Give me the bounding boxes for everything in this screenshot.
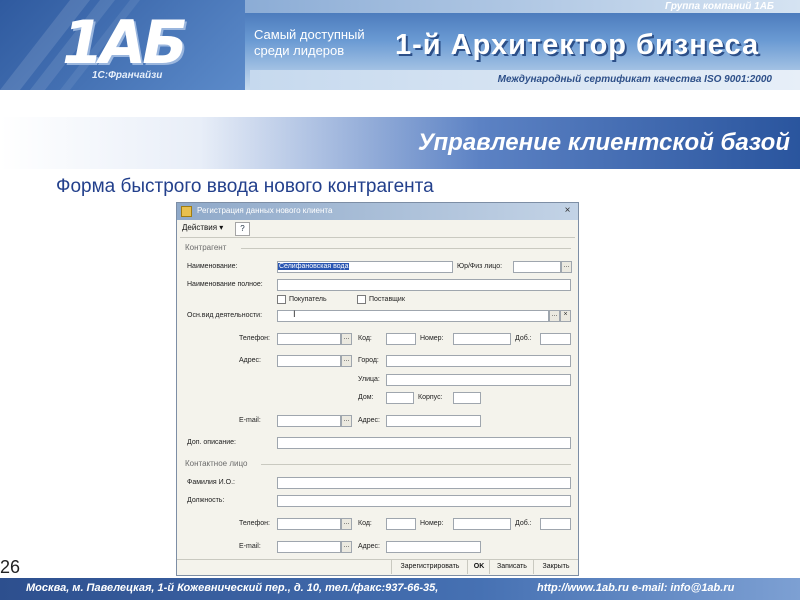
contact-email-dropdown-button[interactable]: ... [341,541,352,553]
building-label: Корпус: [418,394,443,401]
supplier-label: Поставщик [369,296,405,303]
email-address-label: Адрес: [358,417,380,424]
ext-label: Доб.: [515,335,532,342]
certificate-label: Международный сертификат качества ISO 90… [497,74,772,85]
position-input[interactable] [277,495,571,507]
full-name-input[interactable] [277,279,571,291]
address-type-select[interactable] [277,355,341,367]
legal-type-select[interactable] [513,261,561,273]
address-label: Адрес: [239,357,261,364]
page-number: 26 [0,557,21,577]
phone-dropdown-button[interactable]: ... [341,333,352,345]
slide-title-bar: Управление клиентской базой [0,117,800,169]
contact-email-label: E-mail: [239,543,261,550]
house-label: Дом: [358,394,374,401]
save-button[interactable]: Записать [489,560,534,574]
header-banner: 1АБ 1С:Франчайзи Группа компаний 1АБ Сам… [0,0,800,90]
registration-dialog: Регистрация данных нового клиента × Дейс… [176,202,579,576]
logo-text: 1АБ [62,8,188,78]
name-label: Наименование: [187,263,238,270]
slide-title: Управление клиентской базой [417,129,790,156]
ok-button[interactable]: OK [467,560,490,574]
email-label: E-mail: [239,417,261,424]
group-label: Группа компаний 1АБ [665,1,774,12]
building-input[interactable] [453,392,481,404]
buyer-checkbox[interactable] [277,295,286,304]
name-value: Селифановская вода [278,263,350,270]
email-dropdown-button[interactable]: ... [341,415,352,427]
section-contractor: Контрагент [185,243,227,252]
contact-email-address-input[interactable] [386,541,481,553]
ext-input[interactable] [540,333,571,345]
contact-number-input[interactable] [453,518,511,530]
contact-phone-label: Телефон: [239,520,270,527]
full-name-label: Наименование полное: [187,281,263,288]
description-input[interactable] [277,437,571,449]
position-label: Должность: [187,497,225,504]
number-input[interactable] [453,333,511,345]
footer-bar: Москва, м. Павелецкая, 1-й Кожевнический… [0,578,800,600]
logo: 1АБ 1С:Франчайзи [0,0,245,90]
contact-number-label: Номер: [420,520,444,527]
email-type-select[interactable] [277,415,341,427]
code-label: Код: [358,335,372,342]
house-input[interactable] [386,392,414,404]
register-button[interactable]: Зарегистрировать [391,560,468,574]
app-icon [181,206,192,217]
name-input[interactable]: Селифановская вода [277,261,453,273]
contact-code-label: Код: [358,520,372,527]
street-input[interactable] [386,374,571,386]
dialog-titlebar[interactable]: Регистрация данных нового клиента × [177,203,578,220]
footer-address: Москва, м. Павелецкая, 1-й Кожевнический… [26,582,439,594]
contact-ext-input[interactable] [540,518,571,530]
city-label: Город: [358,357,379,364]
text-cursor-icon: Ⅰ [293,309,296,319]
close-icon[interactable]: × [561,204,574,217]
description-label: Доп. описание: [187,439,236,446]
section-contact: Контактное лицо [185,459,248,468]
section-divider [241,248,571,249]
contact-email-address-label: Адрес: [358,543,380,550]
phone-type-select[interactable] [277,333,341,345]
activity-input[interactable] [277,310,549,322]
franchise-label: 1С:Франчайзи [92,70,163,81]
supplier-checkbox[interactable] [357,295,366,304]
slogan: Самый доступный среди лидеров [254,27,365,58]
number-label: Номер: [420,335,444,342]
help-button[interactable]: ? [235,222,250,236]
section-divider [261,464,571,465]
contact-phone-type-select[interactable] [277,518,341,530]
brand-title: 1-й Архитектор бизнеса [395,29,760,61]
fio-input[interactable] [277,477,571,489]
phone-label: Телефон: [239,335,270,342]
actions-menu[interactable]: Действия ▾ [182,223,223,232]
buyer-label: Покупатель [289,296,327,303]
address-dropdown-button[interactable]: ... [341,355,352,367]
contact-ext-label: Доб.: [515,520,532,527]
toolbar-divider [180,237,575,238]
contact-code-input[interactable] [386,518,416,530]
activity-label: Осн.вид деятельности: [187,312,263,319]
contact-email-type-select[interactable] [277,541,341,553]
fio-label: Фамилия И.О.: [187,479,235,486]
footer-contacts: http://www.1ab.ru e-mail: info@1ab.ru [537,582,735,594]
legal-type-dropdown-button[interactable]: ... [561,261,572,273]
slide-subtitle: Форма быстрого ввода нового контрагента [56,176,434,197]
city-input[interactable] [386,355,571,367]
activity-dropdown-button[interactable]: ... [549,310,560,322]
contact-phone-dropdown-button[interactable]: ... [341,518,352,530]
close-button[interactable]: Закрыть [533,560,578,574]
email-address-input[interactable] [386,415,481,427]
code-input[interactable] [386,333,416,345]
legal-type-label: Юр/Физ лицо: [457,263,503,270]
dialog-title: Регистрация данных нового клиента [197,206,333,215]
street-label: Улица: [358,376,380,383]
activity-clear-button[interactable]: × [560,310,571,322]
